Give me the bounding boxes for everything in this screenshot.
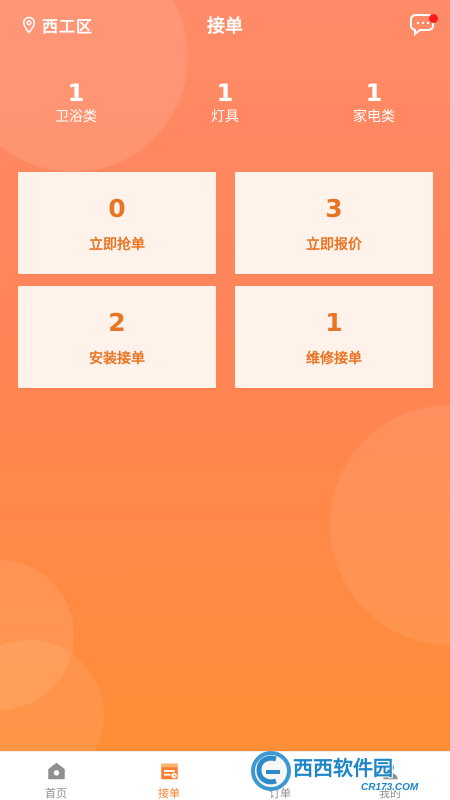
tab-label: 接单 xyxy=(158,787,180,800)
stat-value: 1 xyxy=(365,79,383,107)
card-label: 维修接单 xyxy=(306,351,362,367)
card-count: 2 xyxy=(108,308,126,337)
home-icon xyxy=(47,762,65,780)
message-button[interactable] xyxy=(408,14,438,38)
card-count: 1 xyxy=(325,308,343,337)
tab-label: 订单 xyxy=(269,787,291,800)
top-header: 西工区 接单 xyxy=(0,0,450,50)
stat-appliances[interactable]: 1 家电类 xyxy=(314,80,434,127)
repair-card[interactable]: 1 维修接单 xyxy=(235,286,433,388)
stat-label: 卫浴类 xyxy=(55,109,97,125)
card-count: 3 xyxy=(325,194,343,223)
category-stats: 1 卫浴类 1 灯具 1 家电类 xyxy=(18,80,432,130)
quote-card[interactable]: 3 立即报价 xyxy=(235,172,433,274)
card-label: 立即抢单 xyxy=(89,237,145,253)
grab-order-card[interactable]: 0 立即抢单 xyxy=(18,172,216,274)
tab-label: 首页 xyxy=(45,787,67,800)
card-label: 安装接单 xyxy=(89,351,145,367)
tab-label: 我的 xyxy=(379,787,401,800)
stat-value: 1 xyxy=(67,79,85,107)
take-order-icon xyxy=(160,763,178,780)
tab-take-order[interactable]: 接单 xyxy=(134,760,204,800)
stat-lighting[interactable]: 1 灯具 xyxy=(165,80,285,127)
profile-icon xyxy=(382,763,398,780)
stat-bathroom[interactable]: 1 卫浴类 xyxy=(16,80,136,127)
notification-dot xyxy=(429,14,438,23)
background-bubble xyxy=(330,405,450,645)
tab-profile[interactable]: 我的 xyxy=(355,760,425,800)
tab-orders[interactable]: 订单 xyxy=(245,760,315,800)
tab-home[interactable]: 首页 xyxy=(21,760,91,800)
stat-value: 1 xyxy=(216,79,234,107)
card-label: 立即报价 xyxy=(306,237,362,253)
order-icon xyxy=(273,762,287,780)
action-cards: 0 立即抢单 3 立即报价 2 安装接单 1 维修接单 xyxy=(18,172,434,392)
card-count: 0 xyxy=(108,194,126,223)
order-screen: 西工区 接单 1 卫浴类 1 灯具 1 家电类 0 立即抢单 3 立即报价 2 … xyxy=(0,0,450,800)
page-title: 接单 xyxy=(207,16,243,37)
stat-label: 灯具 xyxy=(211,109,239,125)
installation-card[interactable]: 2 安装接单 xyxy=(18,286,216,388)
stat-label: 家电类 xyxy=(353,109,395,125)
bottom-tab-bar: 首页 接单 订单 我的 xyxy=(0,751,450,800)
